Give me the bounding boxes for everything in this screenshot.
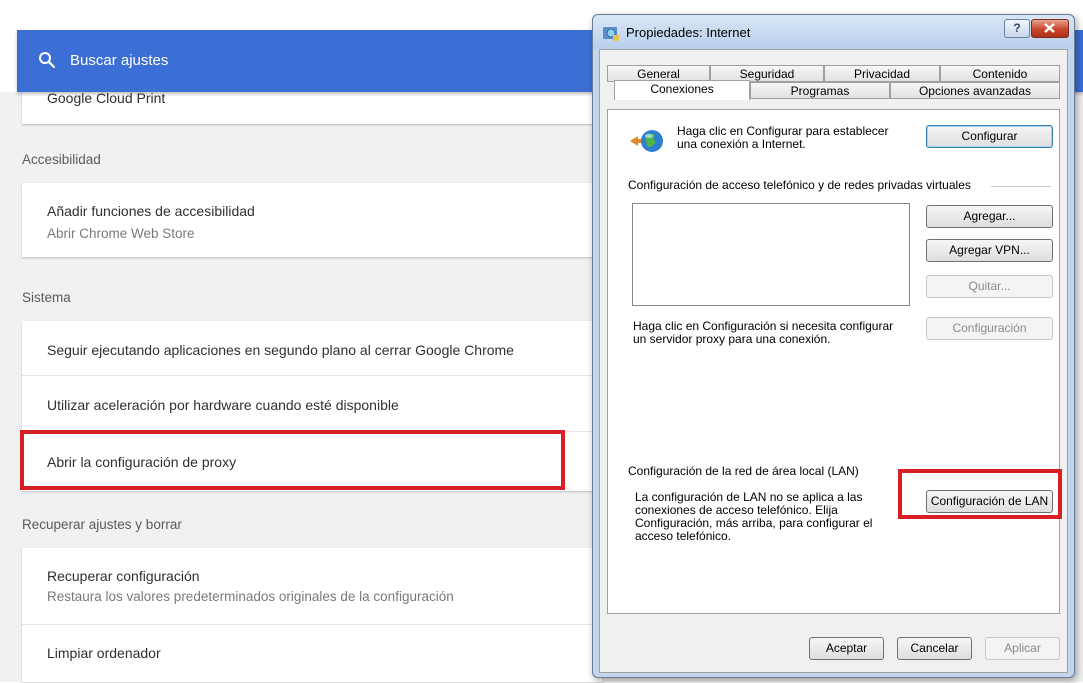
dialog-body: General Seguridad Privacidad Contenido P… [599, 49, 1068, 673]
background-apps-row[interactable]: Seguir ejecutando aplicaciones en segund… [22, 321, 602, 375]
close-button[interactable] [1031, 19, 1069, 38]
search-icon [39, 52, 56, 69]
cleanup-row[interactable]: Limpiar ordenador [22, 624, 602, 683]
add-button[interactable]: Agregar... [926, 205, 1053, 228]
dialog-title: Propiedades: Internet [626, 25, 751, 40]
connections-list[interactable] [632, 203, 910, 306]
tab-content[interactable]: Contenido [940, 65, 1060, 82]
accessibility-subtitle: Abrir Chrome Web Store [47, 226, 195, 241]
internet-properties-icon [603, 27, 619, 41]
cancel-button[interactable]: Cancelar [897, 637, 972, 660]
accessibility-title: Añadir funciones de accesibilidad [47, 203, 255, 219]
reset-section-title: Recuperar ajustes y borrar [22, 517, 182, 532]
accessibility-section-title: Accesibilidad [22, 152, 101, 167]
tab-advanced[interactable]: Opciones avanzadas [890, 82, 1060, 99]
cloud-print-label: Google Cloud Print [47, 90, 166, 106]
setup-button[interactable]: Configurar [926, 125, 1053, 148]
hardware-acceleration-row[interactable]: Utilizar aceleración por hardware cuando… [22, 375, 602, 432]
dialup-separator [991, 186, 1051, 187]
accessibility-row[interactable]: Añadir funciones de accesibilidad Abrir … [22, 183, 602, 257]
settings-button[interactable]: Configuración [926, 317, 1053, 340]
lan-description: La configuración de LAN no se aplica a l… [635, 490, 873, 543]
close-icon [1044, 23, 1055, 33]
proxy-highlight-box [20, 430, 565, 490]
background-apps-label: Seguir ejecutando aplicaciones en segund… [47, 342, 514, 358]
accessibility-card: Añadir funciones de accesibilidad Abrir … [22, 183, 602, 257]
restore-settings-row[interactable]: Recuperar configuración Restaura los val… [22, 548, 602, 624]
dialog-titlebar[interactable]: Propiedades: Internet ? [593, 15, 1074, 49]
restore-settings-title: Recuperar configuración [47, 568, 200, 584]
internet-properties-dialog: Propiedades: Internet ? General Segurida… [592, 14, 1075, 678]
cleanup-label: Limpiar ordenador [47, 645, 161, 661]
reset-card: Recuperar configuración Restaura los val… [22, 548, 602, 682]
remove-button[interactable]: Quitar... [926, 275, 1053, 298]
system-section-title: Sistema [22, 290, 71, 305]
ok-button[interactable]: Aceptar [809, 637, 884, 660]
proxy-settings-text: Haga clic en Configuración si necesita c… [633, 319, 894, 346]
tab-programs[interactable]: Programas [750, 82, 890, 99]
apply-button[interactable]: Aplicar [985, 637, 1060, 660]
add-vpn-button[interactable]: Agregar VPN... [926, 239, 1053, 262]
help-button[interactable]: ? [1004, 19, 1030, 38]
connections-tab-panel: Haga clic en Configurar para establecer … [607, 109, 1060, 614]
tab-connections[interactable]: Conexiones [614, 80, 750, 100]
hardware-acceleration-label: Utilizar aceleración por hardware cuando… [47, 397, 399, 413]
dialup-vpn-label: Configuración de acceso telefónico y de … [628, 178, 971, 192]
setup-text: Haga clic en Configurar para establecer … [677, 124, 889, 151]
restore-settings-subtitle: Restaura los valores predeterminados ori… [47, 589, 454, 604]
lan-highlight-box [898, 469, 1062, 519]
search-input[interactable]: Buscar ajustes [70, 52, 168, 69]
lan-section-label: Configuración de la red de área local (L… [628, 464, 859, 478]
tab-privacy[interactable]: Privacidad [824, 65, 940, 82]
globe-connection-icon [630, 130, 663, 152]
